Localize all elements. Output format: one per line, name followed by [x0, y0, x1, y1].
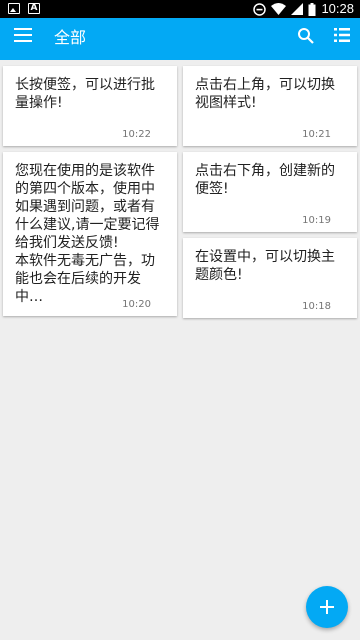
note-card[interactable]: 您现在使用的是该软件的第四个版本，使用中如果遇到问题，或者有什么建议,请一定要记…	[3, 152, 177, 316]
notes-column-left: 长按便签，可以进行批量操作! 10:22 您现在使用的是该软件的第四个版本，使用…	[3, 66, 177, 322]
note-text: 在设置中，可以切换主题颜色!	[195, 249, 335, 283]
note-time: 10:19	[302, 215, 331, 226]
note-text: 长按便签，可以进行批量操作!	[15, 77, 155, 111]
menu-icon[interactable]	[14, 28, 32, 42]
note-time: 10:18	[302, 301, 331, 312]
page-title: 全部	[54, 28, 87, 47]
a-notification-icon: A	[28, 3, 40, 14]
note-text: 点击右上角，可以切换视图样式!	[195, 77, 335, 111]
note-card[interactable]: 在设置中，可以切换主题颜色! 10:18	[183, 238, 357, 318]
note-card[interactable]: 点击右下角，创建新的便签! 10:19	[183, 152, 357, 232]
note-text: 您现在使用的是该软件的第四个版本，使用中如果遇到问题，或者有什么建议,请一定要记…	[15, 163, 160, 305]
view-style-icon[interactable]	[334, 27, 350, 43]
gallery-notification-icon	[8, 3, 20, 14]
app-bar: 全部	[0, 18, 360, 60]
note-time: 10:20	[122, 299, 151, 310]
note-card[interactable]: 点击右上角，可以切换视图样式! 10:21	[183, 66, 357, 146]
note-time: 10:22	[122, 129, 151, 140]
search-icon[interactable]	[296, 26, 316, 46]
note-time: 10:21	[302, 129, 331, 140]
add-note-button[interactable]	[306, 586, 348, 628]
note-card[interactable]: 长按便签，可以进行批量操作! 10:22	[3, 66, 177, 146]
status-bar: A 10:28	[0, 0, 360, 18]
clock: 10:28	[321, 1, 354, 16]
notes-column-right: 点击右上角，可以切换视图样式! 10:21 点击右下角，创建新的便签! 10:1…	[183, 66, 357, 324]
dnd-icon	[253, 2, 267, 16]
battery-icon	[308, 2, 316, 16]
signal-icon	[291, 3, 304, 15]
wifi-icon	[271, 3, 287, 15]
note-text: 点击右下角，创建新的便签!	[195, 163, 335, 197]
